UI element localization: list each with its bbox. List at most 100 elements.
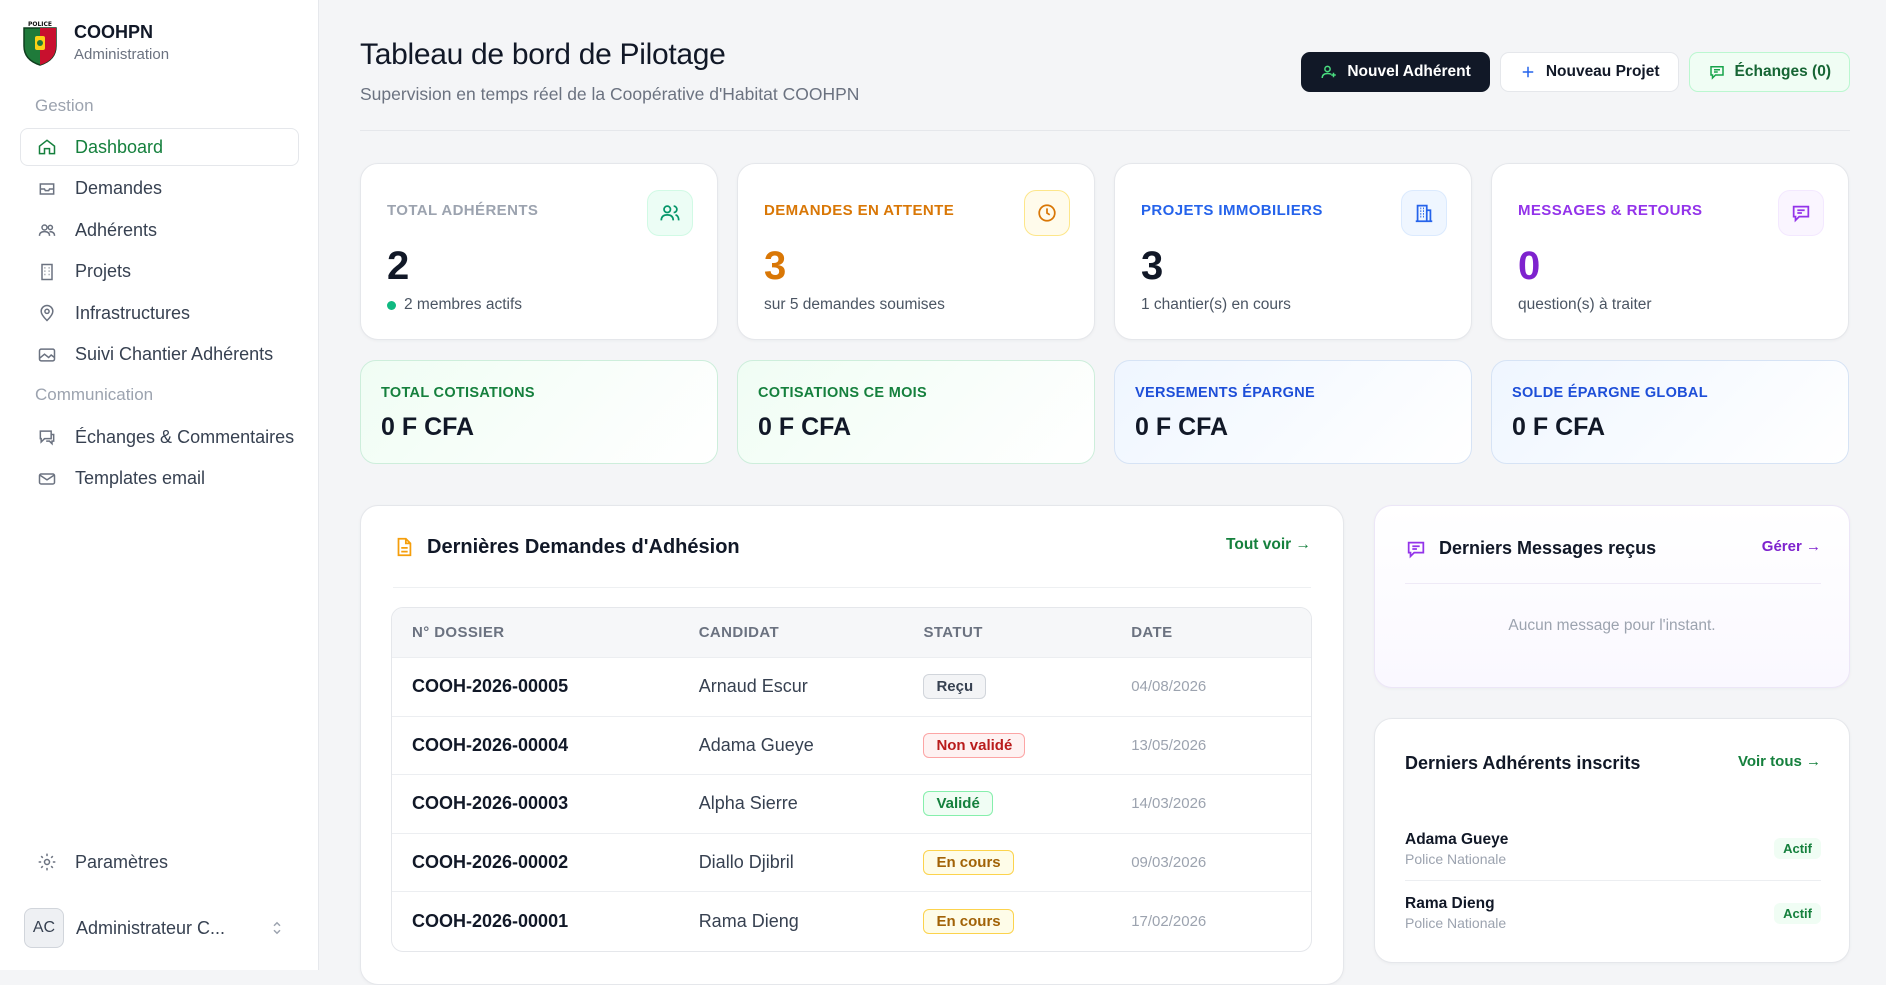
new-project-label: Nouveau Projet xyxy=(1545,63,1660,80)
sidebar-item-parametres[interactable]: Paramètres xyxy=(20,843,299,881)
sidebar-item-templates-email[interactable]: Templates email xyxy=(20,460,299,498)
table-row[interactable]: COOH-2026-00005 Arnaud Escur Reçu 04/08/… xyxy=(392,658,1311,717)
finance-value: 0 F CFA xyxy=(1512,413,1606,441)
sidebar-item-infrastructures[interactable]: Infrastructures xyxy=(20,294,299,332)
list-item[interactable]: Adama Gueye Police Nationale Actif xyxy=(1405,817,1821,881)
stat-value: 3 xyxy=(1141,244,1164,288)
cell-date: 04/08/2026 xyxy=(1131,678,1207,696)
recent-members-panel: Derniers Adhérents inscrits Voir tous → … xyxy=(1374,718,1850,963)
stat-card-projets[interactable]: PROJETS IMMOBILIERS 3 1 chantier(s) en c… xyxy=(1114,163,1472,340)
users-icon xyxy=(647,190,693,236)
cell-dossier: COOH-2026-00001 xyxy=(412,910,569,931)
brand[interactable]: POLICE COOHPN Administration xyxy=(20,20,169,66)
image-icon xyxy=(37,345,57,365)
user-menu[interactable]: AC Administrateur C... xyxy=(24,908,286,948)
sidebar-item-label: Échanges & Commentaires xyxy=(75,426,295,447)
member-name: Rama Dieng xyxy=(1405,895,1495,912)
member-name: Adama Gueye xyxy=(1405,830,1509,848)
nav-heading-communication: Communication xyxy=(35,385,154,404)
sidebar-item-demandes[interactable]: Demandes xyxy=(20,170,299,208)
cell-dossier: COOH-2026-00003 xyxy=(412,793,569,814)
sidebar-item-label: Suivi Chantier Adhérents xyxy=(75,344,274,364)
building-icon xyxy=(1401,190,1447,236)
plus-icon xyxy=(1522,66,1534,78)
stat-card-messages[interactable]: MESSAGES & RETOURS 0 question(s) à trait… xyxy=(1491,163,1849,340)
message-icon xyxy=(1778,190,1824,236)
table-row[interactable]: COOH-2026-00004 Adama Gueye Non validé 1… xyxy=(392,717,1311,775)
status-badge: Actif xyxy=(1774,902,1821,924)
see-all-link[interactable]: Tout voir → xyxy=(1226,536,1311,554)
header-divider xyxy=(360,130,1850,131)
finance-value: 0 F CFA xyxy=(381,413,475,441)
avatar: AC xyxy=(24,908,64,948)
stat-label: PROJETS IMMOBILIERS xyxy=(1141,202,1323,219)
panel-title: Dernières Demandes d'Adhésion xyxy=(427,536,740,558)
cell-dossier: COOH-2026-00004 xyxy=(412,734,569,755)
sidebar-item-adherents[interactable]: Adhérents xyxy=(20,211,299,249)
finance-value: 0 F CFA xyxy=(1135,413,1229,441)
chevron-up-down-icon[interactable] xyxy=(268,919,286,937)
stat-note: question(s) à traiter xyxy=(1518,296,1652,313)
col-candidat[interactable]: CANDIDAT xyxy=(699,624,924,641)
sidebar-item-dashboard[interactable]: Dashboard xyxy=(20,128,299,166)
requests-table: N° DOSSIER CANDIDAT STATUT DATE COOH-202… xyxy=(391,607,1312,952)
table-row[interactable]: COOH-2026-00001 Rama Dieng En cours 17/0… xyxy=(392,892,1311,951)
new-member-button[interactable]: Nouvel Adhérent xyxy=(1301,52,1490,92)
stat-note-text: 2 membres actifs xyxy=(404,296,523,313)
see-all-members-link[interactable]: Voir tous → xyxy=(1738,753,1821,770)
nav-group-bottom: Paramètres xyxy=(0,843,319,885)
map-pin-icon xyxy=(37,303,57,323)
finance-row: TOTAL COTISATIONS 0 F CFA COTISATIONS CE… xyxy=(360,360,1849,464)
stat-card-demandes[interactable]: DEMANDES EN ATTENTE 3 sur 5 demandes sou… xyxy=(737,163,1095,340)
table-row[interactable]: COOH-2026-00003 Alpha Sierre Validé 14/0… xyxy=(392,775,1311,834)
recent-requests-panel: Dernières Demandes d'Adhésion Tout voir … xyxy=(360,505,1344,985)
nav-group-gestion: Gestion Dashboard Demandes Adhérents Pro… xyxy=(0,91,319,377)
stat-value: 2 xyxy=(387,244,410,288)
col-statut[interactable]: STATUT xyxy=(923,624,1131,641)
sidebar-item-label: Paramètres xyxy=(75,851,169,872)
sidebar-item-echanges[interactable]: Échanges & Commentaires xyxy=(20,418,299,456)
new-project-button[interactable]: Nouveau Projet xyxy=(1499,52,1679,92)
finance-label: SOLDE ÉPARGNE GLOBAL xyxy=(1512,385,1708,401)
cell-candidat: Rama Dieng xyxy=(698,910,799,931)
panel-title: Derniers Messages reçus xyxy=(1439,538,1657,558)
status-badge: Non validé xyxy=(923,732,1026,758)
brand-subtitle: Administration xyxy=(74,46,170,63)
exchanges-label: Échanges (0) xyxy=(1734,63,1831,80)
col-dossier[interactable]: N° DOSSIER xyxy=(392,624,699,641)
cell-date: 17/02/2026 xyxy=(1131,912,1207,930)
sidebar-item-suivi-chantier[interactable]: Suivi Chantier Adhérents xyxy=(20,336,299,374)
cell-candidat: Adama Gueye xyxy=(698,734,814,755)
exchanges-button[interactable]: Échanges (0) xyxy=(1688,52,1850,92)
building-icon xyxy=(37,262,57,282)
stats-row: TOTAL ADHÉRENTS 2 2 membres actifs DEMAN… xyxy=(360,163,1849,340)
sidebar-item-label: Demandes xyxy=(75,178,163,198)
page-title: Tableau de bord de Pilotage xyxy=(360,38,726,71)
stat-label: TOTAL ADHÉRENTS xyxy=(387,202,539,219)
users-icon xyxy=(37,220,57,240)
sidebar-item-label: Dashboard xyxy=(75,136,164,157)
list-item[interactable]: Rama Dieng Police Nationale Actif xyxy=(1405,881,1821,945)
sidebar-item-label: Adhérents xyxy=(75,219,158,240)
svg-text:POLICE: POLICE xyxy=(28,21,52,28)
table-row[interactable]: COOH-2026-00002 Diallo Djibril En cours … xyxy=(392,834,1311,892)
header-actions: Nouvel Adhérent Nouveau Projet Échanges … xyxy=(1291,52,1850,92)
sidebar: POLICE COOHPN Administration Gestion Das… xyxy=(0,0,319,970)
clock-icon xyxy=(1024,190,1070,236)
col-date[interactable]: DATE xyxy=(1131,624,1311,641)
status-badge: Reçu xyxy=(923,674,987,700)
sidebar-item-projets[interactable]: Projets xyxy=(20,253,299,291)
panel-title: Derniers Adhérents inscrits xyxy=(1405,753,1641,773)
stat-label: DEMANDES EN ATTENTE xyxy=(764,202,955,219)
panel-header: Derniers Messages reçus Gérer → xyxy=(1405,538,1821,584)
chat-icon xyxy=(37,427,57,447)
user-plus-icon xyxy=(1321,65,1337,79)
gear-icon xyxy=(37,852,57,872)
nav-heading-gestion: Gestion xyxy=(35,96,94,115)
active-dot xyxy=(387,300,396,310)
members-list: Adama Gueye Police Nationale Actif Rama … xyxy=(1405,817,1821,945)
manage-link[interactable]: Gérer → xyxy=(1762,538,1821,555)
recent-messages-panel: Derniers Messages reçus Gérer → Aucun me… xyxy=(1374,505,1850,688)
stat-value: 3 xyxy=(764,244,787,288)
stat-card-adherents[interactable]: TOTAL ADHÉRENTS 2 2 membres actifs xyxy=(360,163,718,340)
